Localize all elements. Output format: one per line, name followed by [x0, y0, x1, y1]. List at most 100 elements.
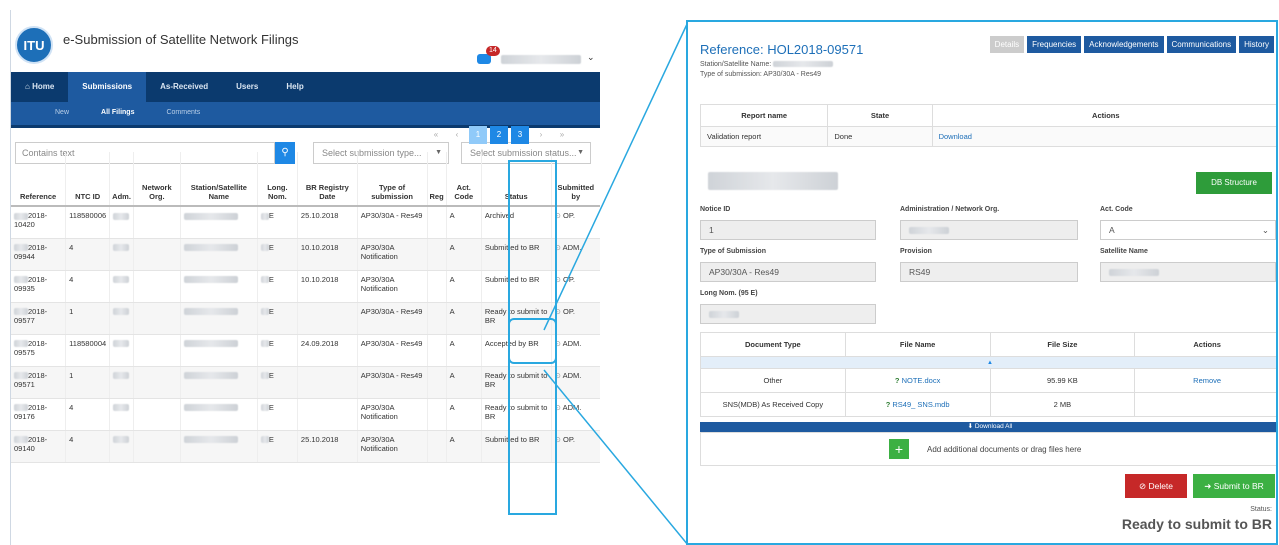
- date-cell: [297, 302, 358, 335]
- column-header[interactable]: NTC ID: [65, 152, 111, 207]
- code-cell: A: [446, 302, 482, 335]
- admin-label: Administration / Network Org.: [900, 206, 1000, 213]
- chevron-down-icon: ⌄: [1261, 225, 1269, 235]
- filings-list-panel: ITU e-Submission of Satellite Network Fi…: [10, 10, 600, 545]
- code-cell: A: [446, 398, 482, 431]
- satellite-name-field[interactable]: [1100, 262, 1276, 282]
- last-page-button[interactable]: »: [553, 126, 571, 144]
- tab-frequencies[interactable]: Frequencies: [1027, 36, 1082, 53]
- column-header[interactable]: Station/Satellite Name: [180, 152, 258, 207]
- org-cell: [133, 366, 181, 399]
- admin-field[interactable]: [900, 220, 1078, 240]
- ntc-cell: 118580004: [65, 334, 111, 367]
- page-3-button[interactable]: 3: [511, 126, 529, 144]
- code-cell: A: [446, 238, 482, 271]
- nav-help[interactable]: Help: [272, 72, 317, 102]
- document-row: SNS(MDB) As Received Copy ? RS49_ SNS.md…: [700, 392, 1276, 417]
- code-cell: A: [446, 430, 482, 463]
- act-code-select[interactable]: A ⌄: [1100, 220, 1276, 240]
- column-header[interactable]: Act. Code: [446, 152, 482, 207]
- code-cell: A: [446, 366, 482, 399]
- remove-link[interactable]: Remove: [1193, 376, 1221, 385]
- chevron-down-icon[interactable]: ⌄: [587, 52, 595, 63]
- column-header[interactable]: Type of submission: [357, 152, 428, 207]
- add-icon[interactable]: +: [889, 439, 909, 459]
- reference-prefix-redacted: [14, 340, 28, 348]
- type-cell: AP30/30A - Res49: [357, 206, 428, 239]
- reg-cell: [427, 206, 447, 239]
- file-link[interactable]: RS49_ SNS.mdb: [892, 400, 949, 409]
- type-field[interactable]: AP30/30A - Res49: [700, 262, 876, 282]
- station-name-redacted: [183, 436, 238, 444]
- submitted-by-value: OP.: [563, 274, 575, 284]
- satellite-name-redacted: [708, 172, 838, 190]
- org-cell: [133, 398, 181, 431]
- date-cell: 25.10.2018: [297, 430, 358, 463]
- submitted-by-value: ADM.: [562, 338, 582, 348]
- status-value: Ready to submit to BR: [1121, 516, 1272, 532]
- column-header[interactable]: Adm.: [109, 152, 134, 207]
- collapse-toggle[interactable]: ▲: [700, 356, 1276, 369]
- station-name-redacted: [183, 276, 238, 284]
- user-menu[interactable]: [501, 55, 581, 64]
- longitude-redacted: [260, 212, 269, 220]
- nav-as-received[interactable]: As-Received: [146, 72, 222, 102]
- db-structure-button[interactable]: DB Structure: [1196, 172, 1272, 194]
- next-page-button[interactable]: ›: [532, 126, 550, 144]
- longitude-redacted: [260, 276, 269, 284]
- longitude-direction: E: [268, 402, 274, 412]
- notice-id-field[interactable]: 1: [700, 220, 876, 240]
- longitude-redacted: [260, 436, 269, 444]
- nav-submissions[interactable]: Submissions: [68, 72, 147, 102]
- file-link[interactable]: NOTE.docx: [902, 376, 941, 385]
- itu-logo: ITU: [15, 26, 53, 64]
- add-documents-dropzone[interactable]: + Add additional documents or drag files…: [700, 432, 1276, 466]
- download-all-button[interactable]: ⬇ Download All: [700, 422, 1276, 432]
- type-label: Type of Submission: [700, 248, 766, 255]
- subnav-comments[interactable]: Comments: [150, 102, 216, 125]
- subnav-all-filings[interactable]: All Filings: [85, 102, 150, 125]
- reg-cell: [427, 366, 447, 399]
- tab-communications[interactable]: Communications: [1166, 36, 1237, 53]
- submit-to-br-button[interactable]: ➜ Submit to BR: [1193, 474, 1275, 498]
- first-page-button[interactable]: «: [427, 126, 445, 144]
- station-name-redacted: [183, 212, 238, 220]
- prev-page-button[interactable]: ‹: [448, 126, 466, 144]
- longitude-direction: E: [268, 274, 274, 284]
- download-report-link[interactable]: Download: [939, 132, 972, 141]
- long-nom-field[interactable]: [700, 304, 876, 324]
- tab-details[interactable]: Details: [989, 36, 1025, 53]
- code-cell: A: [446, 206, 482, 239]
- org-cell: [133, 430, 181, 463]
- status-cell-highlight: [508, 318, 557, 364]
- longitude-direction: E: [268, 211, 274, 220]
- column-header[interactable]: Network Org.: [133, 152, 181, 207]
- provision-field[interactable]: RS49: [900, 262, 1078, 282]
- station-name-redacted: [183, 308, 238, 316]
- submitted-by-value: OP.: [563, 306, 575, 316]
- reg-cell: [427, 334, 447, 367]
- ntc-cell: 4: [65, 270, 111, 303]
- column-header[interactable]: Long. Nom.: [257, 152, 298, 207]
- date-cell: 24.09.2018: [297, 334, 358, 367]
- page-2-button[interactable]: 2: [490, 126, 508, 144]
- reference-prefix-redacted: [14, 308, 28, 316]
- nav-home[interactable]: ⌂ Home: [11, 72, 68, 102]
- tab-history[interactable]: History: [1239, 36, 1274, 53]
- tab-acknowledgements[interactable]: Acknowledgements: [1084, 36, 1164, 53]
- longitude-direction: E: [268, 338, 274, 348]
- station-name-redacted: [183, 340, 238, 348]
- column-header[interactable]: BR Registry Date: [297, 152, 358, 207]
- column-header[interactable]: Reference: [11, 152, 67, 207]
- submitted-by-value: ADM.: [562, 370, 582, 380]
- column-header[interactable]: Reg: [427, 152, 447, 207]
- page-1-button[interactable]: 1: [469, 126, 487, 144]
- nav-users[interactable]: Users: [222, 72, 272, 102]
- type-cell: AP30/30A Notification: [357, 430, 428, 463]
- subnav-new[interactable]: New: [39, 102, 85, 125]
- column-header[interactable]: Submitted by: [551, 152, 600, 207]
- detail-tabs: Details Frequencies Acknowledgements Com…: [987, 36, 1274, 53]
- reference-prefix-redacted: [14, 276, 28, 284]
- delete-button[interactable]: ⊘ Delete: [1125, 474, 1187, 498]
- longitude-direction: E: [268, 242, 274, 252]
